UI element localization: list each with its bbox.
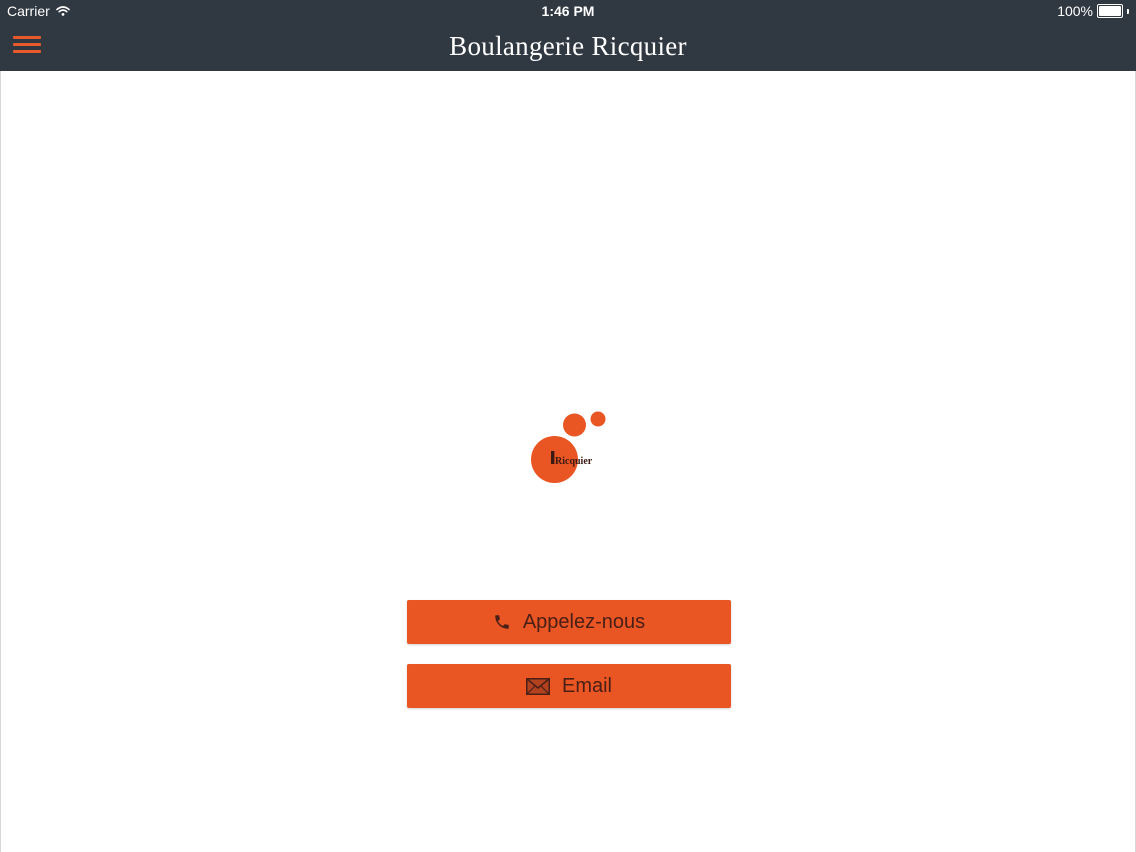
call-us-label: Appelez-nous — [522, 610, 646, 633]
call-us-button[interactable]: Appelez-nous — [407, 600, 731, 644]
page-title: Boulangerie Ricquier — [449, 31, 687, 61]
main-content: Ricquier Appelez-nous Email — [0, 71, 1136, 852]
battery-percent: 100% — [1057, 3, 1093, 19]
top-bar: Carrier 1:46 PM 100% Boulangerie Ricquie… — [0, 0, 1136, 71]
email-button[interactable]: Email — [407, 664, 731, 708]
email-label: Email — [561, 674, 612, 697]
status-right: 100% — [1057, 3, 1129, 19]
phone-icon — [493, 613, 511, 631]
status-bar: Carrier 1:46 PM 100% — [0, 0, 1136, 24]
nav-bar: Boulangerie Ricquier — [0, 24, 1136, 71]
status-time: 1:46 PM — [541, 3, 595, 19]
battery-tip — [1127, 8, 1129, 14]
ricquier-logo: Ricquier — [529, 406, 613, 486]
battery-icon — [1097, 4, 1123, 18]
envelope-icon — [525, 677, 550, 695]
logo-text: Ricquier — [555, 456, 593, 467]
